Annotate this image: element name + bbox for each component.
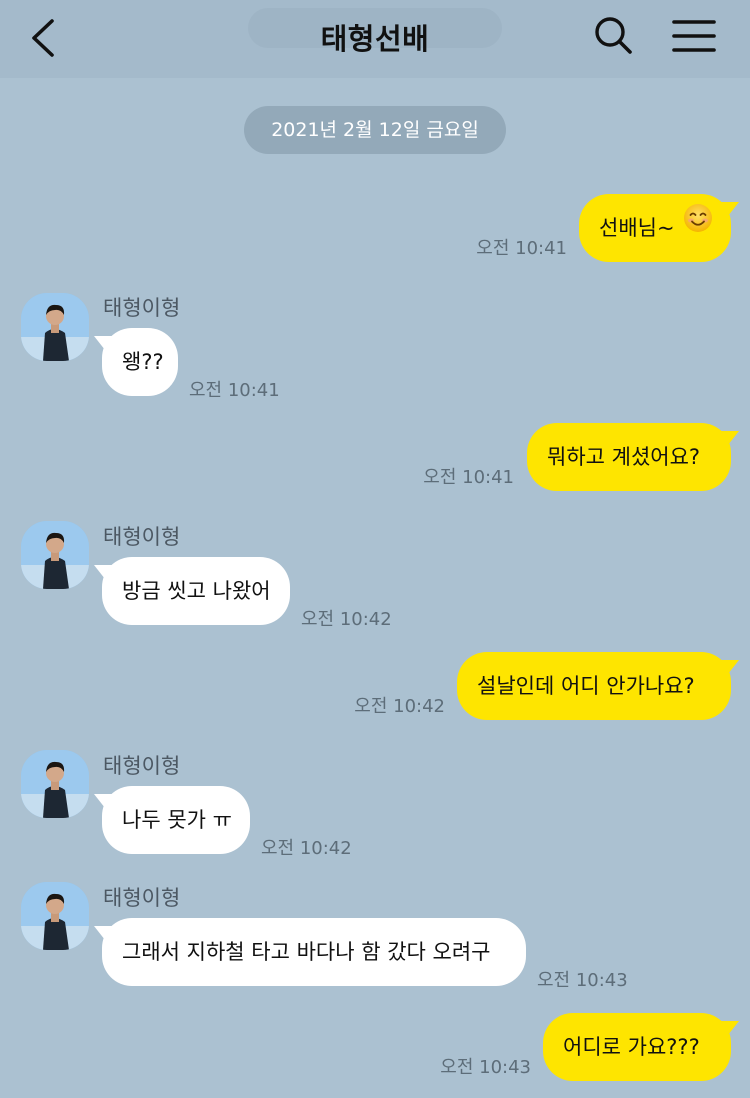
their-message-bubble[interactable]: 그래서 지하철 타고 바다나 함 갔다 오려구: [102, 918, 526, 986]
message-time: 오전 10:41: [423, 467, 514, 488]
my-message-bubble[interactable]: 선배님~: [579, 194, 731, 262]
their-message-bubble[interactable]: 나두 못가 ㅠ: [102, 786, 250, 854]
message-time: 오전 10:41: [476, 238, 567, 259]
message-time: 오전 10:42: [301, 609, 392, 630]
date-divider: 2021년 2월 12일 금요일: [244, 106, 506, 154]
smiling-face-emoji-icon: [683, 192, 713, 260]
message-text: 왱??: [122, 350, 164, 374]
their-message-bubble[interactable]: 왱??: [102, 328, 178, 396]
my-message-bubble[interactable]: 설날인데 어디 안가나요?: [457, 652, 731, 720]
message-text: 방금 씻고 나왔어: [122, 579, 271, 603]
chat-header: 태형선배: [0, 0, 750, 78]
message-time: 오전 10:42: [354, 696, 445, 717]
message-text: 뭐하고 계셨어요?: [547, 445, 701, 469]
sender-avatar[interactable]: [21, 882, 89, 950]
sender-avatar[interactable]: [21, 293, 89, 361]
message-time: 오전 10:43: [537, 970, 628, 991]
message-time: 오전 10:43: [440, 1057, 531, 1078]
my-message-bubble[interactable]: 어디로 가요???: [543, 1013, 731, 1081]
message-text: 설날인데 어디 안가나요?: [477, 674, 695, 698]
sender-avatar[interactable]: [21, 521, 89, 589]
message-time: 오전 10:42: [261, 838, 352, 859]
sender-name: 태형이형: [103, 525, 181, 549]
message-text: 나두 못가 ㅠ: [122, 808, 232, 832]
sender-name: 태형이형: [103, 754, 181, 778]
message-time: 오전 10:41: [189, 380, 280, 401]
hamburger-menu-icon[interactable]: [668, 14, 720, 58]
message-text: 선배님~: [599, 216, 675, 240]
message-text: 그래서 지하철 타고 바다나 함 갔다 오려구: [122, 940, 491, 964]
sender-avatar[interactable]: [21, 750, 89, 818]
their-message-bubble[interactable]: 방금 씻고 나왔어: [102, 557, 290, 625]
my-message-bubble[interactable]: 뭐하고 계셨어요?: [527, 423, 731, 491]
sender-name: 태형이형: [103, 886, 181, 910]
sender-name: 태형이형: [103, 296, 181, 320]
message-text: 어디로 가요???: [563, 1035, 700, 1059]
chat-title: 태형선배: [320, 22, 430, 56]
search-icon[interactable]: [592, 14, 636, 58]
